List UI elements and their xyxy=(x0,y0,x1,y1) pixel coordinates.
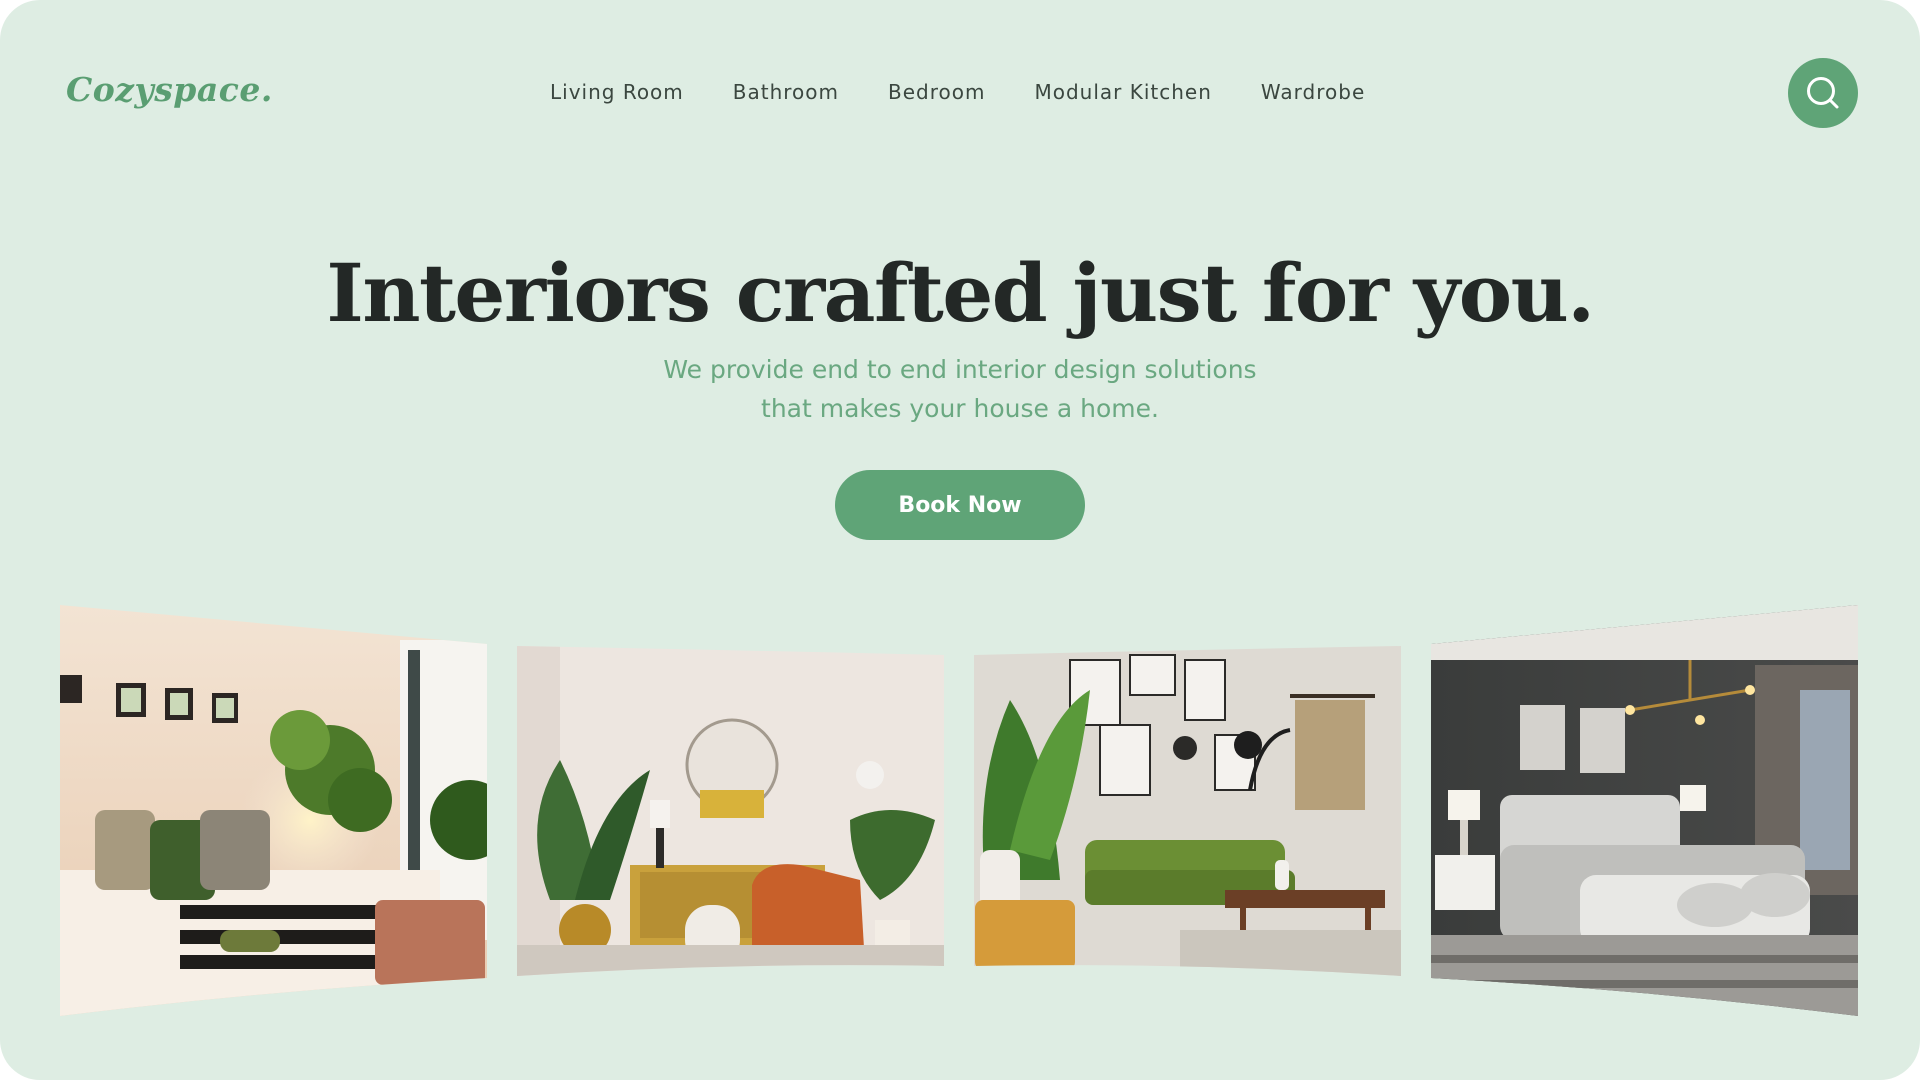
brand-logo[interactable]: Cozyspace. xyxy=(66,70,273,109)
nav-item-wardrobe[interactable]: Wardrobe xyxy=(1261,80,1365,104)
hero-subtitle-line-2: that makes your house a home. xyxy=(761,394,1159,423)
page-frame: Cozyspace. Living Room Bathroom Bedroom … xyxy=(0,0,1920,1080)
main-nav: Living Room Bathroom Bedroom Modular Kit… xyxy=(550,80,1365,104)
nav-item-bedroom[interactable]: Bedroom xyxy=(888,80,985,104)
search-icon xyxy=(1807,77,1839,109)
grey-bedroom-photo[interactable] xyxy=(1430,600,1860,1020)
hero-title: Interiors crafted just for you. xyxy=(326,246,1595,340)
green-sofa-living-room-photo[interactable] xyxy=(970,640,1405,980)
nav-item-living-room[interactable]: Living Room xyxy=(550,80,684,104)
photo-gallery xyxy=(0,0,1920,1080)
hero-subtitle: We provide end to end interior design so… xyxy=(0,350,1920,428)
hero-subtitle-line-1: We provide end to end interior design so… xyxy=(663,355,1257,384)
living-room-photo[interactable] xyxy=(515,640,945,980)
search-button[interactable] xyxy=(1788,58,1858,128)
gallery-canvas xyxy=(60,600,1860,1020)
nav-item-modular-kitchen[interactable]: Modular Kitchen xyxy=(1034,80,1211,104)
nav-item-bathroom[interactable]: Bathroom xyxy=(733,80,839,104)
book-now-button[interactable]: Book Now xyxy=(835,470,1085,540)
bedroom-photo[interactable] xyxy=(60,600,510,1020)
